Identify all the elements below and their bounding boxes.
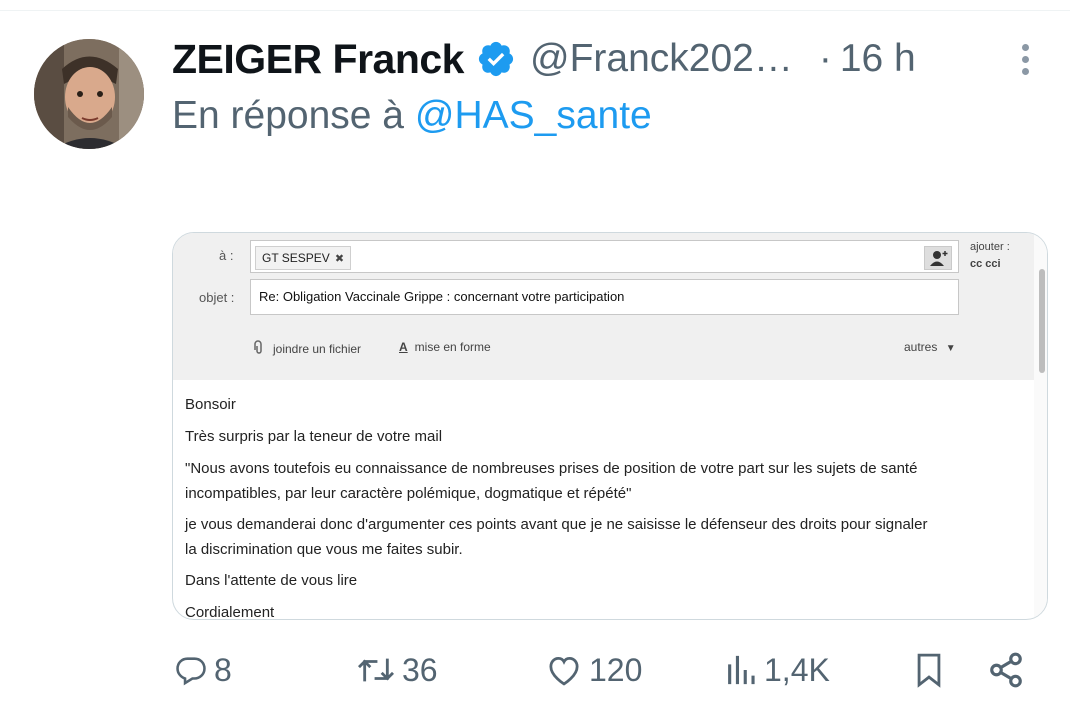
- top-divider: [0, 10, 1070, 11]
- tweet-header: ZEIGER Franck @Franck202… · 16 h: [172, 32, 916, 86]
- attach-file-button[interactable]: joindre un fichier: [251, 340, 361, 356]
- reply-icon: [176, 657, 206, 686]
- paperclip-icon: [254, 340, 262, 354]
- dropdown-arrow-icon: ▼: [945, 343, 956, 354]
- add-contact-icon[interactable]: [924, 246, 952, 270]
- body-line: la discrimination que vous me faites sub…: [185, 541, 463, 558]
- reply-count: 8: [214, 651, 232, 688]
- author-name[interactable]: ZEIGER Franck: [172, 36, 464, 83]
- reply-mention-link[interactable]: @HAS_sante: [415, 94, 652, 137]
- recipient-name: GT SESPEV: [262, 251, 330, 265]
- to-label: à :: [219, 248, 234, 263]
- body-line: Très surpris par la teneur de votre mail: [185, 428, 443, 445]
- verified-badge-icon: [478, 41, 514, 77]
- body-line: Bonsoir: [185, 396, 236, 413]
- retweet-icon: [357, 658, 395, 682]
- email-compose-header: à : GT SESPEV ✖ ajouter : cc cci objet : …: [173, 233, 1034, 380]
- body-line: Dans l'attente de vous lire: [185, 572, 358, 589]
- scrollbar[interactable]: [1034, 233, 1047, 619]
- retweet-button[interactable]: 36: [356, 640, 438, 700]
- reply-button[interactable]: 8: [174, 640, 232, 700]
- recipient-chip[interactable]: GT SESPEV ✖: [255, 246, 352, 270]
- tweet-time[interactable]: 16 h: [840, 37, 916, 81]
- author-handle[interactable]: @Franck202…: [530, 37, 793, 81]
- attach-file-label: joindre un fichier: [273, 342, 362, 356]
- body-line: incompatibles, par leur caractère polémi…: [185, 485, 632, 502]
- format-a-icon: A: [399, 340, 408, 354]
- scrollbar-thumb[interactable]: [1039, 269, 1045, 373]
- subject-text: Re: Obligation Vaccinale Grippe : concer…: [259, 289, 625, 304]
- reply-prefix: En réponse à: [172, 94, 405, 137]
- to-field[interactable]: GT SESPEV ✖: [250, 240, 959, 273]
- views-chart-icon: [728, 655, 755, 685]
- heart-icon: [549, 657, 579, 686]
- subject-label: objet :: [199, 290, 235, 305]
- body-line: je vous demanderai donc d'argumenter ces…: [185, 516, 928, 533]
- like-button[interactable]: 120: [545, 640, 642, 700]
- tweet-actions: 8 36 120 1,4K: [0, 640, 1070, 700]
- share-button[interactable]: [987, 640, 1025, 700]
- views-button[interactable]: 1,4K: [724, 640, 830, 700]
- format-button[interactable]: Amise en forme: [399, 340, 491, 354]
- bookmark-icon: [917, 653, 941, 688]
- remove-recipient-icon[interactable]: ✖: [335, 253, 344, 265]
- add-cc-label: ajouter :: [970, 241, 1010, 253]
- more-tools-dropdown[interactable]: autres ▼: [904, 340, 956, 354]
- more-options-icon[interactable]: [1012, 44, 1038, 80]
- cc-cci-links[interactable]: cc cci: [970, 257, 1001, 272]
- reply-context: En réponse à @HAS_sante: [172, 94, 652, 138]
- subject-field[interactable]: Re: Obligation Vaccinale Grippe : concer…: [250, 279, 959, 315]
- tweet-image[interactable]: à : GT SESPEV ✖ ajouter : cc cci objet : …: [172, 232, 1048, 620]
- avatar-photo: [34, 39, 144, 149]
- avatar[interactable]: [34, 39, 144, 149]
- body-line: "Nous avons toutefois eu connaissance de…: [185, 460, 918, 477]
- time-separator: ·: [818, 37, 832, 80]
- views-count: 1,4K: [764, 651, 830, 688]
- like-count: 120: [589, 651, 643, 688]
- more-tools-label: autres: [904, 340, 938, 354]
- bookmark-button[interactable]: [912, 640, 946, 700]
- body-line: Cordialement: [185, 604, 275, 620]
- retweet-count: 36: [402, 651, 438, 688]
- format-label: mise en forme: [414, 340, 491, 354]
- share-icon: [990, 652, 1022, 688]
